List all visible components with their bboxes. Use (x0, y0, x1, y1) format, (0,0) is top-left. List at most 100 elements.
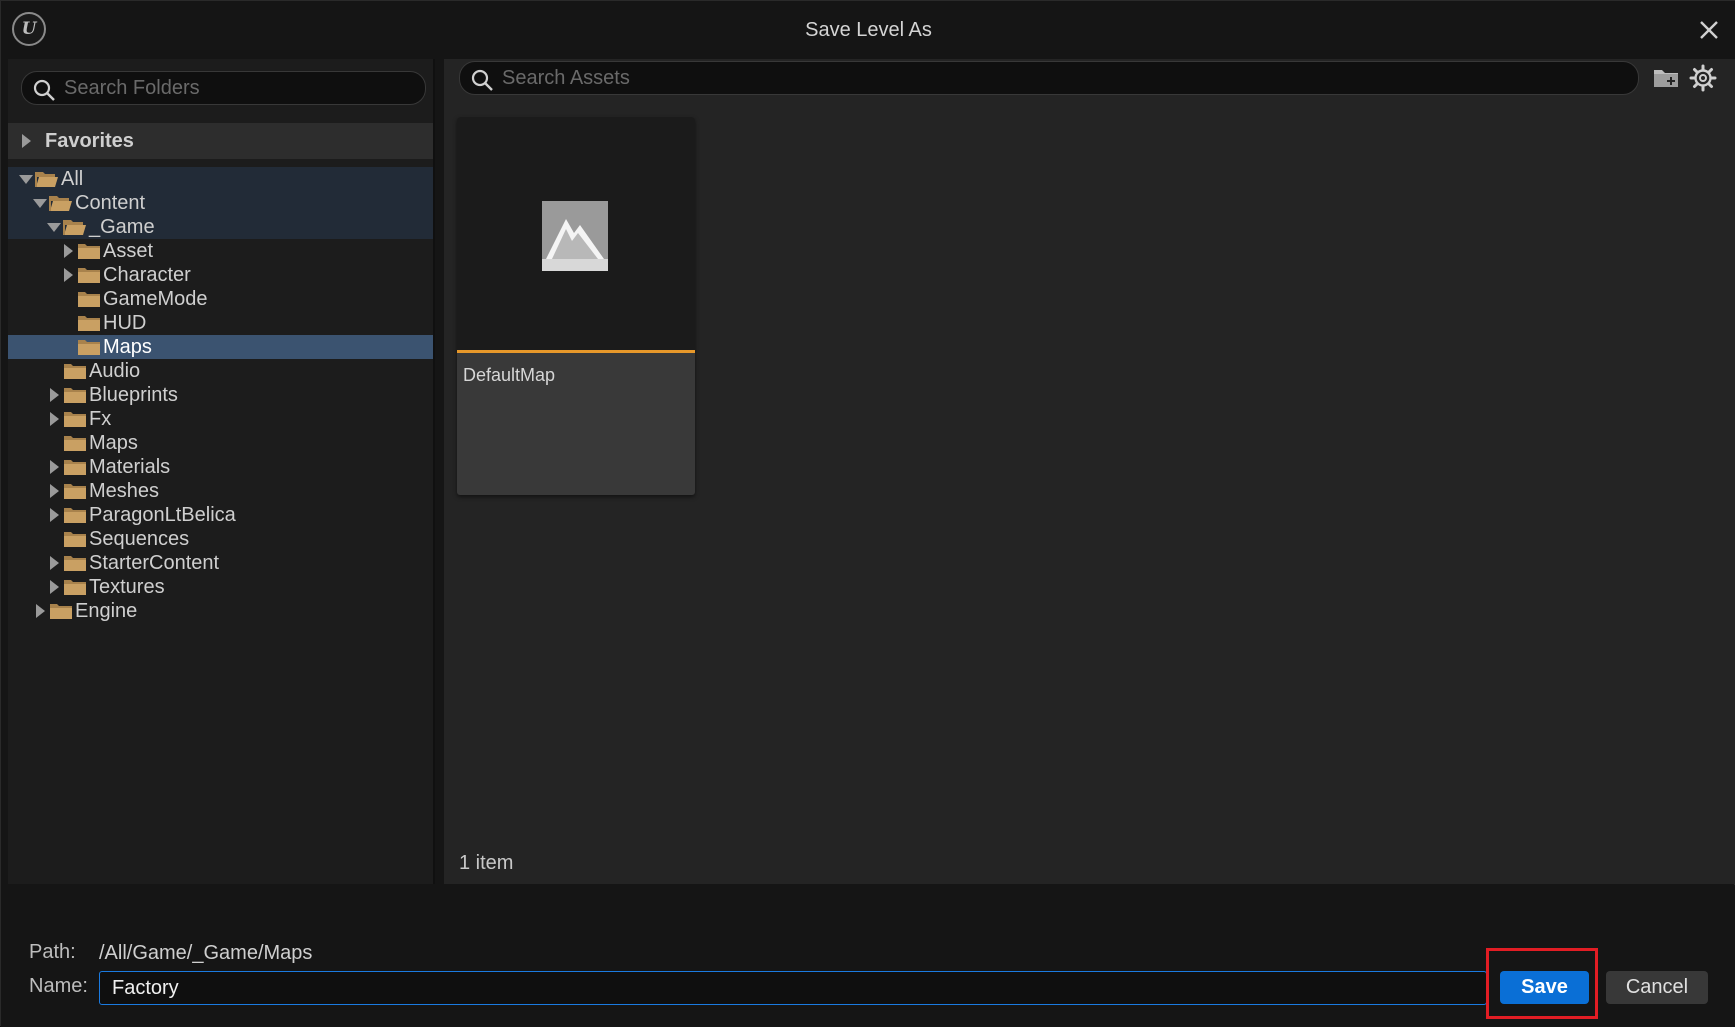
search-icon (33, 79, 55, 101)
chevron-right-icon[interactable] (33, 604, 47, 618)
chevron-right-icon[interactable] (61, 268, 75, 282)
item-count: 1 item (459, 852, 514, 874)
chevron-right-icon[interactable] (61, 244, 75, 258)
folder-open-icon (49, 196, 72, 211)
tree-item-label: Sequences (89, 527, 190, 550)
tree-item[interactable]: ParagonLtBelica (8, 503, 433, 527)
tree-item[interactable]: GameMode (8, 287, 433, 311)
tree-item-label: Engine (75, 599, 138, 622)
tree-item[interactable]: Character (8, 263, 433, 287)
tree-item-label: Meshes (89, 479, 160, 502)
chevron-right-icon[interactable] (47, 508, 61, 522)
tree-item[interactable]: Maps (8, 431, 433, 455)
chevron-right-icon[interactable] (47, 388, 61, 402)
folder-icon (64, 460, 86, 475)
tree-item[interactable]: Asset (8, 239, 433, 263)
tree-item-label: Maps (103, 335, 152, 358)
tree-item[interactable]: Engine (8, 599, 433, 623)
tree-item[interactable]: All (8, 167, 433, 191)
tree-item[interactable]: Blueprints (8, 383, 433, 407)
tree-item[interactable]: Fx (8, 407, 433, 431)
tree-item[interactable]: Materials (8, 455, 433, 479)
folder-icon (64, 412, 86, 427)
tree-item[interactable]: Meshes (8, 479, 433, 503)
tree-item[interactable]: Audio (8, 359, 433, 383)
tree-item-label: HUD (103, 311, 147, 334)
chevron-right-icon[interactable] (47, 460, 61, 474)
tree-item-label: _Game (89, 215, 155, 238)
tree-item-label: Materials (89, 455, 171, 478)
folder-open-icon (35, 172, 58, 187)
folder-icon (78, 268, 100, 283)
folder-tree: All Content _Game Asset Character GameMode HUD… (8, 167, 433, 623)
tree-item-label: StarterContent (89, 551, 220, 574)
chevron-right-icon[interactable] (47, 556, 61, 570)
folder-icon (64, 556, 86, 571)
folder-panel: Favorites AllContent_GameAssetCharacterG… (8, 59, 435, 884)
tree-item[interactable]: Content (8, 191, 433, 215)
chevron-down-icon[interactable] (19, 172, 33, 186)
asset-thumbnail (457, 117, 695, 350)
name-label: Name: (29, 975, 88, 997)
chevron-down-icon[interactable] (33, 196, 47, 210)
tree-item-label: GameMode (103, 287, 208, 310)
tree-item-label: Audio (89, 359, 141, 382)
search-assets-input[interactable] (502, 62, 1628, 94)
add-folder-icon[interactable] (1652, 65, 1680, 91)
tree-item-label: All (61, 167, 84, 190)
folder-icon (64, 436, 86, 451)
chevron-down-icon[interactable] (47, 220, 61, 234)
tree-item[interactable]: Sequences (8, 527, 433, 551)
asset-type-color-bar (457, 350, 695, 353)
window-title: Save Level As (805, 19, 932, 41)
save-button[interactable]: Save (1500, 971, 1589, 1004)
title-bar: U Save Level As (1, 1, 1735, 59)
asset-name: DefaultMap (463, 365, 556, 385)
favorites-label: Favorites (45, 129, 134, 152)
chevron-right-icon[interactable] (47, 484, 61, 498)
folder-icon (78, 292, 100, 307)
tree-item[interactable]: HUD (8, 311, 433, 335)
tree-item-label: Content (75, 191, 146, 214)
search-folders-input[interactable] (64, 72, 415, 104)
folder-icon (78, 244, 100, 259)
asset-panel: DefaultMap Level 1 item (444, 59, 1735, 884)
search-icon (471, 69, 493, 91)
tree-item[interactable]: Maps (8, 335, 433, 359)
tree-item-label: Asset (103, 239, 154, 262)
tree-item[interactable]: StarterContent (8, 551, 433, 575)
folder-icon (64, 508, 86, 523)
folder-open-icon (63, 220, 86, 235)
chevron-right-icon[interactable] (47, 580, 61, 594)
tree-item-label: Textures (89, 575, 165, 598)
chevron-right-icon[interactable] (47, 412, 61, 426)
tree-item[interactable]: Textures (8, 575, 433, 599)
cancel-button[interactable]: Cancel (1606, 971, 1708, 1004)
search-assets-box (459, 61, 1639, 95)
tree-item-label: Fx (89, 407, 112, 430)
folder-icon (64, 388, 86, 403)
path-value: /All/Game/_Game/Maps (99, 942, 313, 964)
close-icon[interactable] (1696, 17, 1722, 43)
asset-tile[interactable]: DefaultMap Level (457, 117, 695, 495)
folder-icon (78, 340, 100, 355)
folder-icon (50, 604, 72, 619)
favorites-section-header[interactable]: Favorites (8, 123, 433, 159)
save-level-dialog: U Save Level As Favorites AllContent_Gam… (0, 0, 1735, 1027)
search-folders-box (21, 71, 426, 105)
tree-item-label: Character (103, 263, 191, 286)
folder-icon (64, 532, 86, 547)
tree-item-label: Maps (89, 431, 138, 454)
tree-item-label: Blueprints (89, 383, 178, 406)
chevron-right-icon (22, 134, 31, 148)
path-label: Path: (29, 941, 76, 963)
tree-item-label: ParagonLtBelica (89, 503, 236, 526)
tree-item[interactable]: _Game (8, 215, 433, 239)
folder-icon (64, 484, 86, 499)
name-input[interactable] (99, 971, 1487, 1005)
gear-icon[interactable] (1689, 64, 1717, 92)
